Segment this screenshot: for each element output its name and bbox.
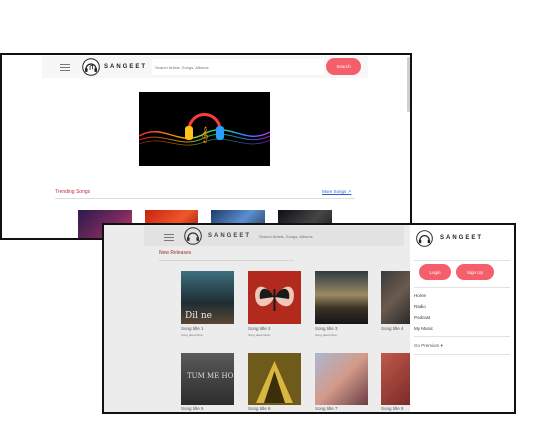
new-releases-title: New Releases — [159, 250, 192, 256]
top-navbar: SANGEET Search — [42, 56, 368, 78]
svg-text:𝄞: 𝄞 — [200, 127, 208, 143]
search-button[interactable]: Search — [326, 58, 361, 75]
song-card-1-art[interactable]: Dil ne — [181, 271, 234, 324]
hamburger-icon[interactable] — [60, 64, 70, 71]
signup-button[interactable]: Sign Up — [456, 264, 494, 280]
song-card-3-title[interactable]: Song title 3 — [315, 326, 338, 331]
song-card-8-art[interactable] — [381, 353, 410, 405]
hamburger-icon[interactable] — [164, 234, 174, 241]
sidebar-item-radio[interactable]: Radio — [414, 304, 426, 309]
dimmed-main-content: SANGEET New Releases Dil ne Song title 1… — [104, 225, 410, 412]
sidebar-brand: SANGEET — [440, 235, 484, 241]
search-input[interactable] — [256, 229, 404, 244]
headphones-logo-icon[interactable] — [184, 227, 202, 245]
headphones-logo-icon[interactable] — [82, 58, 100, 76]
song-card-1-title[interactable]: Song title 1 — [181, 326, 204, 331]
search-input[interactable] — [152, 59, 324, 75]
trending-title: Trending Songs — [55, 189, 91, 195]
page-scrollbar[interactable] — [407, 57, 410, 112]
song-card-6-art[interactable] — [248, 353, 301, 405]
go-premium-dropdown[interactable]: Go Premium ▾ — [414, 343, 443, 349]
song-card-7-art[interactable] — [315, 353, 368, 405]
sidebar-item-my-music[interactable]: My Music — [414, 326, 433, 331]
sidebar-open-window: SANGEET New Releases Dil ne Song title 1… — [102, 223, 516, 414]
song-card-2-art[interactable] — [248, 271, 301, 324]
song-card-8-title[interactable]: Song title 8 — [381, 406, 404, 411]
headphones-logo-icon[interactable] — [416, 230, 433, 247]
brand-name: SANGEET — [104, 64, 148, 70]
song-card-5-art[interactable]: TUM ME HO — [181, 353, 234, 405]
hero-banner: 𝄞 — [139, 92, 270, 166]
login-button[interactable]: Login — [419, 264, 451, 280]
section-divider — [55, 198, 355, 199]
desktop-home-window: SANGEET Search 𝄞 Trending Songs More Son… — [0, 53, 412, 240]
brand-name: SANGEET — [208, 233, 252, 239]
sidebar-item-podcast[interactable]: Podcast — [414, 315, 430, 320]
sidebar-divider — [414, 336, 510, 337]
song-card-1-desc: Song description — [181, 333, 204, 337]
sidebar-divider — [414, 354, 510, 355]
song-card-4-title[interactable]: Song title 4 — [381, 326, 404, 331]
sidebar-divider — [414, 260, 510, 261]
more-songs-link[interactable]: More Songs ↗ — [322, 189, 351, 195]
song-card-6-title[interactable]: Song title 6 — [248, 406, 271, 411]
top-navbar: SANGEET — [144, 226, 404, 246]
composite-screenshot: SANGEET Search 𝄞 Trending Songs More Son… — [0, 0, 559, 447]
sidebar-drawer: SANGEET Login Sign Up Home Radio Podcast… — [410, 225, 514, 412]
song-card-4-art[interactable] — [381, 271, 410, 324]
song-card-7-title[interactable]: Song title 7 — [315, 406, 338, 411]
song-card-3-desc: Song description — [315, 333, 338, 337]
song-card-2-title[interactable]: Song title 2 — [248, 326, 271, 331]
song-card-2-desc: Song description — [248, 333, 271, 337]
song-card-5-title[interactable]: Song title 5 — [181, 406, 204, 411]
song-card-3-art[interactable] — [315, 271, 368, 324]
sidebar-divider — [414, 287, 510, 288]
sidebar-item-home[interactable]: Home — [414, 293, 426, 298]
section-divider — [159, 260, 294, 261]
